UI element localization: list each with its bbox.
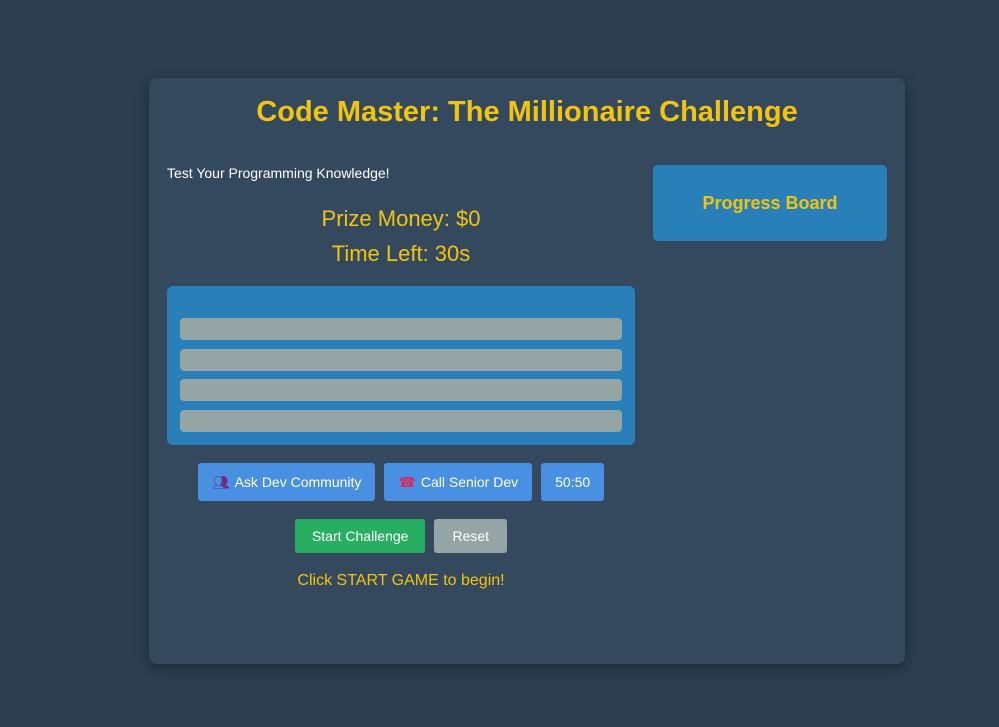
page-title: Code Master: The Millionaire Challenge bbox=[256, 96, 798, 128]
answer-option-4[interactable] bbox=[180, 409, 622, 432]
answer-option-1[interactable] bbox=[180, 318, 622, 340]
lifelines: 👥︎ Ask Dev Community ☎ Call Senior Dev 5… bbox=[167, 463, 635, 501]
progress-board-title: Progress Board bbox=[702, 192, 838, 213]
timer: Time Left: 30s bbox=[331, 241, 471, 266]
game-main-panel: Test Your Programming Knowledge! Prize M… bbox=[167, 164, 635, 591]
answer-option-3[interactable] bbox=[180, 379, 622, 401]
subtitle: Test Your Programming Knowledge! bbox=[167, 165, 390, 181]
prize-money: Prize Money: $0 bbox=[321, 206, 481, 231]
start-button[interactable]: Start Challenge bbox=[294, 519, 426, 553]
people-icon: 👥︎ bbox=[211, 474, 230, 490]
fifty-fifty-button[interactable]: 50:50 bbox=[541, 463, 605, 501]
answer-option-2[interactable] bbox=[180, 348, 622, 371]
question-box bbox=[167, 286, 635, 445]
fifty-fifty-label: 50:50 bbox=[555, 474, 591, 490]
game-container: Code Master: The Millionaire Challenge T… bbox=[149, 78, 905, 664]
ask-community-button[interactable]: 👥︎ Ask Dev Community bbox=[197, 463, 376, 501]
ask-community-label: Ask Dev Community bbox=[234, 474, 362, 490]
progress-board: Progress Board bbox=[653, 165, 887, 241]
status-message: Click START GAME to begin! bbox=[297, 572, 505, 589]
call-senior-button[interactable]: ☎ Call Senior Dev bbox=[384, 463, 533, 501]
reset-button[interactable]: Reset bbox=[434, 519, 508, 553]
game-controls: Start Challenge Reset bbox=[167, 519, 635, 553]
call-senior-label: Call Senior Dev bbox=[420, 474, 519, 490]
phone-icon: ☎ bbox=[398, 474, 416, 490]
